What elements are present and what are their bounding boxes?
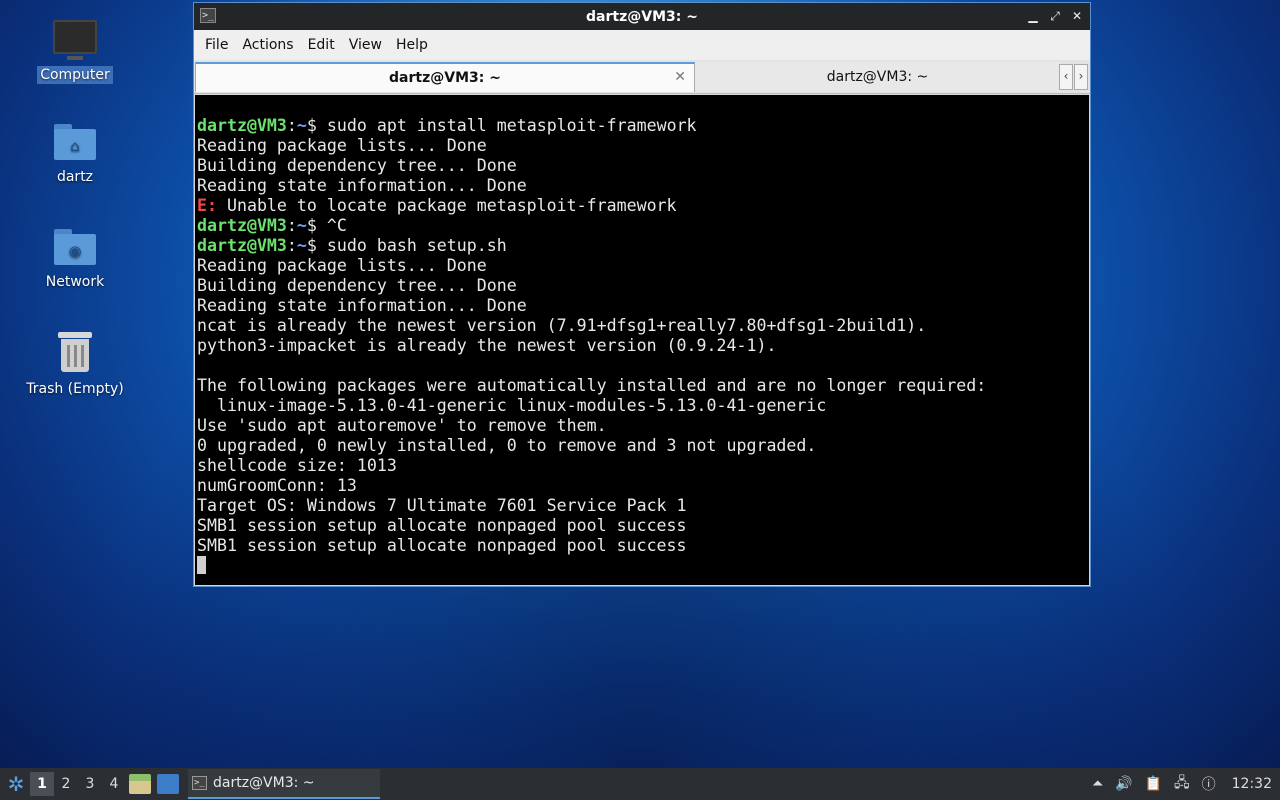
terminal-line: numGroomConn: 13	[197, 476, 357, 495]
terminal-line: Reading package lists... Done	[197, 136, 487, 155]
clock[interactable]: 12:32	[1232, 776, 1272, 792]
desktop-icon-label: dartz	[56, 169, 94, 185]
show-desktop-icon[interactable]	[157, 774, 179, 794]
system-tray: ⏶ 🔊 📋 🖧 ⓘ 12:32	[1086, 768, 1280, 800]
terminal-icon: >_	[200, 8, 216, 23]
app-menu-icon[interactable]: ✲	[2, 770, 30, 798]
prompt-user: dartz@VM3	[197, 236, 287, 255]
home-folder-icon: ⌂	[54, 124, 96, 160]
file-manager-icon[interactable]	[129, 774, 151, 794]
desktop-switch-1[interactable]: 1	[30, 772, 54, 796]
tab-bar: dartz@VM3: ~ ✕ dartz@VM3: ~ ‹ ›	[194, 60, 1090, 94]
terminal-line: ncat is already the newest version (7.91…	[197, 316, 927, 335]
terminal-line: SMB1 session setup allocate nonpaged poo…	[197, 516, 687, 535]
terminal-line: SMB1 session setup allocate nonpaged poo…	[197, 536, 687, 555]
terminal-line: Target OS: Windows 7 Ultimate 7601 Servi…	[197, 496, 687, 515]
terminal-line	[197, 556, 1089, 576]
menu-view[interactable]: View	[342, 37, 389, 53]
terminal-icon: >_	[192, 776, 207, 790]
tab-scroll-right-icon[interactable]: ›	[1074, 64, 1088, 90]
terminal-line: Building dependency tree... Done	[197, 156, 517, 175]
command-text: sudo apt install metasploit-framework	[326, 116, 697, 135]
clipboard-icon[interactable]: 📋	[1145, 776, 1162, 792]
error-text: Unable to locate package metasploit-fram…	[216, 196, 677, 215]
prompt-separator: :	[286, 236, 297, 255]
prompt-separator: :	[286, 116, 297, 135]
menubar: File Actions Edit View Help	[194, 30, 1090, 60]
trash-icon	[58, 332, 92, 372]
menu-file[interactable]: File	[198, 37, 235, 53]
menu-actions[interactable]: Actions	[235, 37, 300, 53]
terminal-line: dartz@VM3:~$ ^C	[197, 216, 1089, 236]
window-titlebar[interactable]: >_ dartz@VM3: ~ ▁ ⤢ ✕	[194, 3, 1090, 30]
taskbar-item-terminal[interactable]: >_ dartz@VM3: ~	[188, 769, 380, 799]
desktop-icon-computer[interactable]: Computer	[20, 18, 130, 84]
terminal-line: 0 upgraded, 0 newly installed, 0 to remo…	[197, 436, 817, 455]
terminal-line: Reading package lists... Done	[197, 256, 487, 275]
tab-scroll-left-icon[interactable]: ‹	[1059, 64, 1073, 90]
tab-close-icon[interactable]: ✕	[674, 69, 686, 85]
terminal-line: shellcode size: 1013	[197, 456, 397, 475]
terminal-line: Reading state information... Done	[197, 176, 527, 195]
prompt-symbol: $	[306, 236, 327, 255]
desktop-icon-label: Network	[45, 274, 105, 290]
terminal-line: E: Unable to locate package metasploit-f…	[197, 196, 1089, 216]
desktop-switch-2[interactable]: 2	[54, 776, 78, 792]
tab-inactive[interactable]: dartz@VM3: ~	[695, 62, 1060, 92]
terminal-line: Reading state information... Done	[197, 296, 527, 315]
menu-help[interactable]: Help	[389, 37, 435, 53]
menu-edit[interactable]: Edit	[301, 37, 342, 53]
tab-label: dartz@VM3: ~	[826, 69, 929, 85]
desktop-switch-3[interactable]: 3	[78, 776, 102, 792]
minimize-icon[interactable]: ▁	[1024, 7, 1042, 25]
maximize-icon[interactable]: ⤢	[1046, 7, 1064, 25]
desktop-icon-label: Computer	[37, 66, 113, 84]
prompt-user: dartz@VM3	[197, 216, 287, 235]
terminal-line: python3-impacket is already the newest v…	[197, 336, 777, 355]
network-icon[interactable]: 🖧	[1174, 772, 1190, 796]
close-icon[interactable]: ✕	[1068, 7, 1086, 25]
window-title: dartz@VM3: ~	[586, 8, 698, 25]
prompt-path: ~	[296, 116, 307, 135]
prompt-symbol: $	[306, 116, 327, 135]
terminal-cursor	[197, 556, 206, 574]
desktop-icon-label: Trash (Empty)	[26, 381, 124, 397]
command-text: ^C	[326, 216, 347, 235]
tab-label: dartz@VM3: ~	[389, 70, 501, 86]
error-prefix: E:	[197, 196, 217, 215]
update-notifier-icon[interactable]: ⓘ	[1202, 774, 1216, 794]
desktop-switch-4[interactable]: 4	[102, 776, 126, 792]
desktop-icon-dartz[interactable]: ⌂ dartz	[20, 124, 130, 186]
desktop-icon-network[interactable]: ◉ Network	[20, 229, 130, 291]
computer-icon	[53, 20, 97, 60]
terminal-line: linux-image-5.13.0-41-generic linux-modu…	[197, 396, 827, 415]
terminal-line: Building dependency tree... Done	[197, 276, 517, 295]
taskbar-item-label: dartz@VM3: ~	[213, 775, 315, 791]
terminal-line: Use 'sudo apt autoremove' to remove them…	[197, 416, 607, 435]
prompt-path: ~	[296, 236, 307, 255]
prompt-separator: :	[286, 216, 297, 235]
network-folder-icon: ◉	[54, 229, 96, 265]
prompt-path: ~	[296, 216, 307, 235]
command-text: sudo bash setup.sh	[326, 236, 507, 255]
prompt-symbol: $	[306, 216, 327, 235]
tab-active[interactable]: dartz@VM3: ~ ✕	[195, 62, 695, 92]
taskbar: ✲ 1 2 3 4 >_ dartz@VM3: ~ ⏶ 🔊 📋 🖧 ⓘ 12:3…	[0, 768, 1280, 800]
tray-arrow-icon[interactable]: ⏶	[1092, 776, 1103, 792]
terminal-window: >_ dartz@VM3: ~ ▁ ⤢ ✕ File Actions Edit …	[193, 2, 1091, 587]
terminal-output[interactable]: dartz@VM3:~$ sudo apt install metasploit…	[195, 95, 1089, 585]
desktop-icon-trash[interactable]: Trash (Empty)	[20, 332, 130, 398]
terminal-line: dartz@VM3:~$ sudo apt install metasploit…	[197, 116, 1089, 136]
volume-icon[interactable]: 🔊	[1115, 776, 1132, 792]
terminal-line: dartz@VM3:~$ sudo bash setup.sh	[197, 236, 1089, 256]
prompt-user: dartz@VM3	[197, 116, 287, 135]
terminal-line: The following packages were automaticall…	[197, 376, 987, 395]
